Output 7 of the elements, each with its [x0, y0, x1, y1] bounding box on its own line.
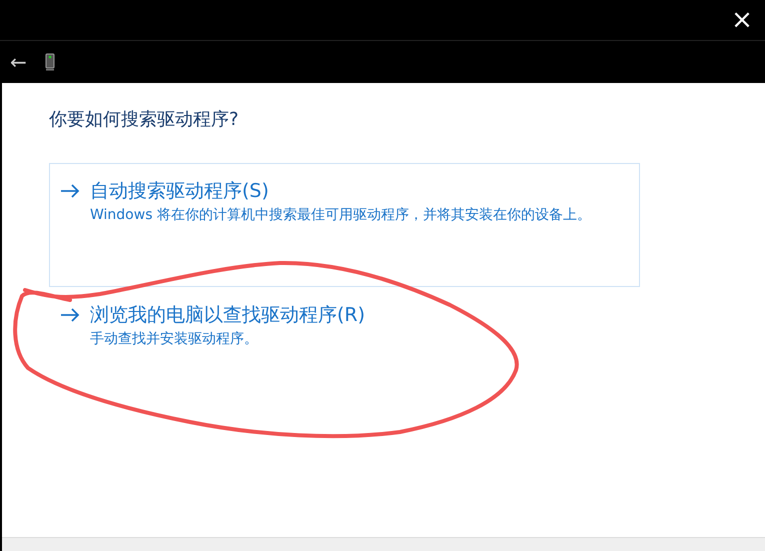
arrow-icon	[60, 308, 80, 322]
dialog-heading: 你要如何搜索驱动程序?	[49, 108, 240, 131]
arrow-icon	[60, 184, 80, 198]
device-icon	[44, 53, 55, 71]
close-button[interactable]: ×	[719, 0, 765, 40]
option-button[interactable]: 自动搜索驱动程序(S) Windows 将在你的计算机中搜索最佳可用驱动程序，并将其安装在你的设备上。	[49, 163, 640, 287]
back-button[interactable]: ←	[8, 50, 29, 74]
